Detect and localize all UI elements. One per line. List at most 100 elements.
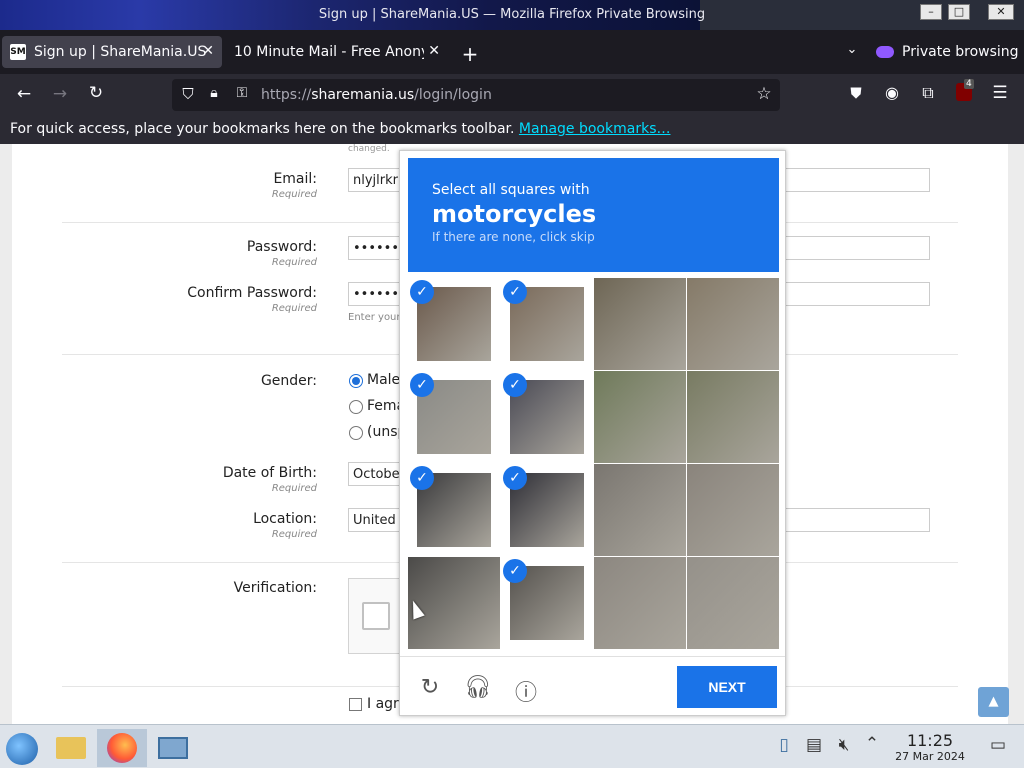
account-icon[interactable]: ◉ (880, 83, 904, 102)
clock[interactable]: 11:25 27 Mar 2024 (892, 731, 968, 763)
scroll-to-top-button[interactable]: ▲ (978, 687, 1009, 717)
tile-selected-check-icon: ✓ (503, 466, 527, 490)
reload-challenge-icon[interactable]: ↻ (416, 675, 444, 700)
captcha-tile[interactable] (687, 278, 779, 370)
captcha-tile-image (594, 371, 686, 463)
email-label: Email: (273, 171, 317, 187)
captcha-tile[interactable] (594, 371, 686, 463)
gender-label: Gender: (260, 373, 317, 389)
tray-expand-chevron-icon[interactable]: ⌃ (860, 734, 884, 754)
captcha-tile-image (687, 557, 779, 649)
gender-female-radio[interactable] (349, 400, 363, 414)
navigation-toolbar: ← → ↻ ⛉ 🔒︎ ⚿ https://sharemania.us/login… (0, 74, 1024, 116)
close-tab-icon[interactable]: ✕ (428, 43, 440, 59)
changed-note: changed. (348, 144, 390, 154)
reload-icon[interactable]: ↻ (84, 83, 108, 103)
list-tabs-chevron-icon[interactable]: ⌄ (840, 42, 864, 57)
gender-male-label: Male (367, 372, 401, 388)
agree-checkbox[interactable] (349, 698, 362, 711)
bookmarks-hint-text: For quick access, place your bookmarks h… (10, 121, 515, 137)
network-settings-icon[interactable] (150, 729, 194, 767)
email-required: Required (271, 189, 317, 200)
captcha-tile[interactable] (687, 371, 779, 463)
captcha-tile[interactable]: ✓ (501, 464, 593, 556)
clock-date: 27 Mar 2024 (895, 750, 965, 763)
taskbar: ▯ ▤ 🔇︎ ⌃ 11:25 27 Mar 2024 ▭ (0, 724, 1024, 768)
captcha-tile-image (687, 371, 779, 463)
captcha-tile-image (594, 557, 686, 649)
tab-10minutemail[interactable]: 10 Minute Mail - Free Anony ✕ (226, 36, 448, 68)
captcha-tile[interactable] (594, 278, 686, 370)
captcha-tile[interactable]: ✓ (408, 278, 500, 370)
tab-label: 10 Minute Mail - Free Anony (234, 44, 424, 60)
maximize-button[interactable]: □ (948, 4, 970, 20)
volume-muted-icon[interactable]: 🔇︎ (832, 735, 856, 755)
dob-required: Required (271, 483, 317, 494)
close-tab-icon[interactable]: ✕ (202, 43, 214, 59)
tracking-protection-shield-icon[interactable]: ⛉ (176, 85, 200, 103)
pocket-icon[interactable]: ⛊ (844, 84, 868, 102)
captcha-tile[interactable]: ✓ (501, 278, 593, 370)
url-prefix: https:// (261, 87, 312, 103)
url-text[interactable]: https://sharemania.us/login/login (261, 87, 492, 103)
captcha-tile-image (687, 464, 779, 556)
captcha-tile-image (408, 557, 500, 649)
private-browsing-label: Private browsing (902, 44, 1019, 60)
clipboard-tray-icon[interactable]: ▯ (772, 735, 796, 755)
lock-icon[interactable]: 🔒︎ (202, 85, 226, 101)
info-icon[interactable]: ⓘ (512, 675, 540, 707)
recaptcha-challenge-dialog: Select all squares with motorcycles If t… (399, 150, 786, 716)
url-host: sharemania.us (311, 87, 415, 103)
url-bar[interactable]: ⛉ 🔒︎ ⚿ https://sharemania.us/login/login… (172, 79, 780, 111)
url-path: /login/login (414, 87, 492, 103)
verification-label: Verification: (233, 580, 317, 596)
key-icon[interactable]: ⚿ (230, 85, 254, 101)
show-desktop-icon[interactable]: ▭ (986, 735, 1010, 755)
window-title-bar: Sign up | ShareMania.US — Mozilla Firefo… (0, 0, 1024, 30)
tab-sharemania[interactable]: SM Sign up | ShareMania.US ✕ (2, 36, 222, 68)
firefox-taskbar-icon[interactable] (97, 729, 147, 767)
extensions-puzzle-icon[interactable]: ⧉ (916, 83, 940, 103)
captcha-tile-image (594, 278, 686, 370)
hamburger-menu-icon[interactable]: ☰ (988, 83, 1012, 103)
password-required: Required (271, 257, 317, 268)
dob-label: Date of Birth: (222, 465, 317, 481)
captcha-next-button[interactable]: NEXT (677, 666, 777, 708)
file-manager-icon[interactable] (48, 729, 92, 767)
tile-selected-check-icon: ✓ (410, 373, 434, 397)
tile-selected-check-icon: ✓ (410, 466, 434, 490)
new-tab-icon[interactable]: + (458, 42, 482, 66)
ublock-extension-icon[interactable]: 4 (952, 79, 976, 106)
captcha-tile[interactable] (594, 557, 686, 649)
manage-bookmarks-link[interactable]: Manage bookmarks… (519, 121, 671, 137)
tile-selected-check-icon: ✓ (503, 280, 527, 304)
private-browsing-indicator: Private browsing (876, 44, 1019, 60)
captcha-tile[interactable]: ✓ (501, 371, 593, 463)
audio-challenge-headphones-icon[interactable]: 🎧︎ (464, 675, 492, 700)
captcha-tile-image (594, 464, 686, 556)
minimize-button[interactable]: – (920, 4, 942, 20)
start-menu-button[interactable] (0, 729, 44, 767)
tab-label: Sign up | ShareMania.US (34, 44, 207, 60)
bookmarks-toolbar: For quick access, place your bookmarks h… (0, 116, 1024, 144)
captcha-tile[interactable] (687, 557, 779, 649)
captcha-tile[interactable] (687, 464, 779, 556)
captcha-tile[interactable]: ✓ (408, 464, 500, 556)
captcha-tile-image (687, 278, 779, 370)
captcha-tile[interactable] (594, 464, 686, 556)
tile-selected-check-icon: ✓ (410, 280, 434, 304)
forward-icon[interactable]: → (48, 84, 72, 104)
tile-selected-check-icon: ✓ (503, 373, 527, 397)
captcha-target-object: motorcycles (432, 200, 597, 228)
captcha-tile[interactable]: ✓ (501, 557, 593, 649)
gender-male-radio[interactable] (349, 374, 363, 388)
recaptcha-checkbox[interactable] (362, 602, 390, 630)
captcha-tile[interactable] (408, 557, 500, 649)
bookmark-star-icon[interactable]: ☆ (752, 84, 776, 104)
notes-tray-icon[interactable]: ▤ (802, 735, 826, 755)
close-window-button[interactable]: ✕ (988, 4, 1014, 20)
gender-unspecified-radio[interactable] (349, 426, 363, 440)
confirm-password-hint: Enter your (348, 312, 401, 323)
back-icon[interactable]: ← (12, 84, 36, 104)
captcha-tile[interactable]: ✓ (408, 371, 500, 463)
